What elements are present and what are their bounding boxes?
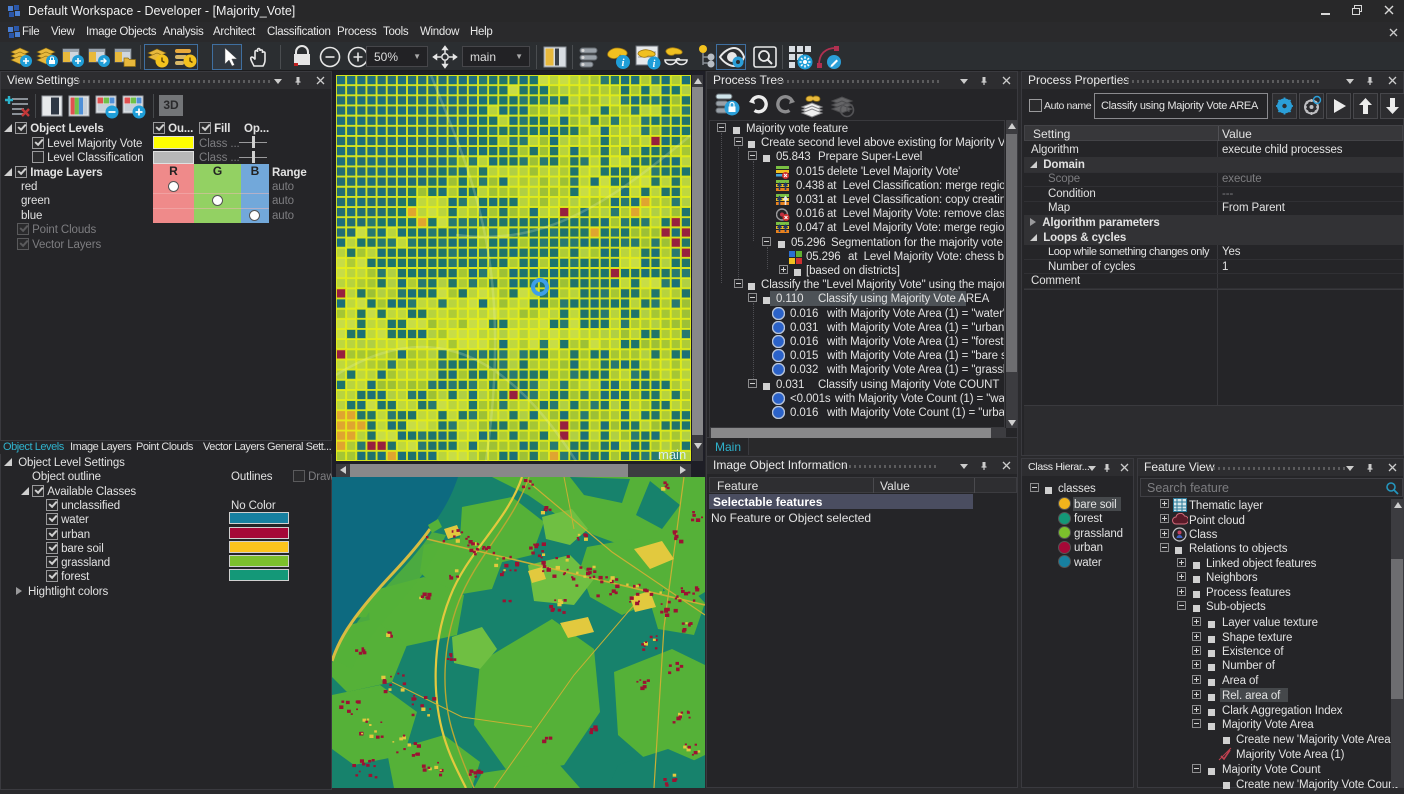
svg-text:i: i xyxy=(653,59,656,70)
